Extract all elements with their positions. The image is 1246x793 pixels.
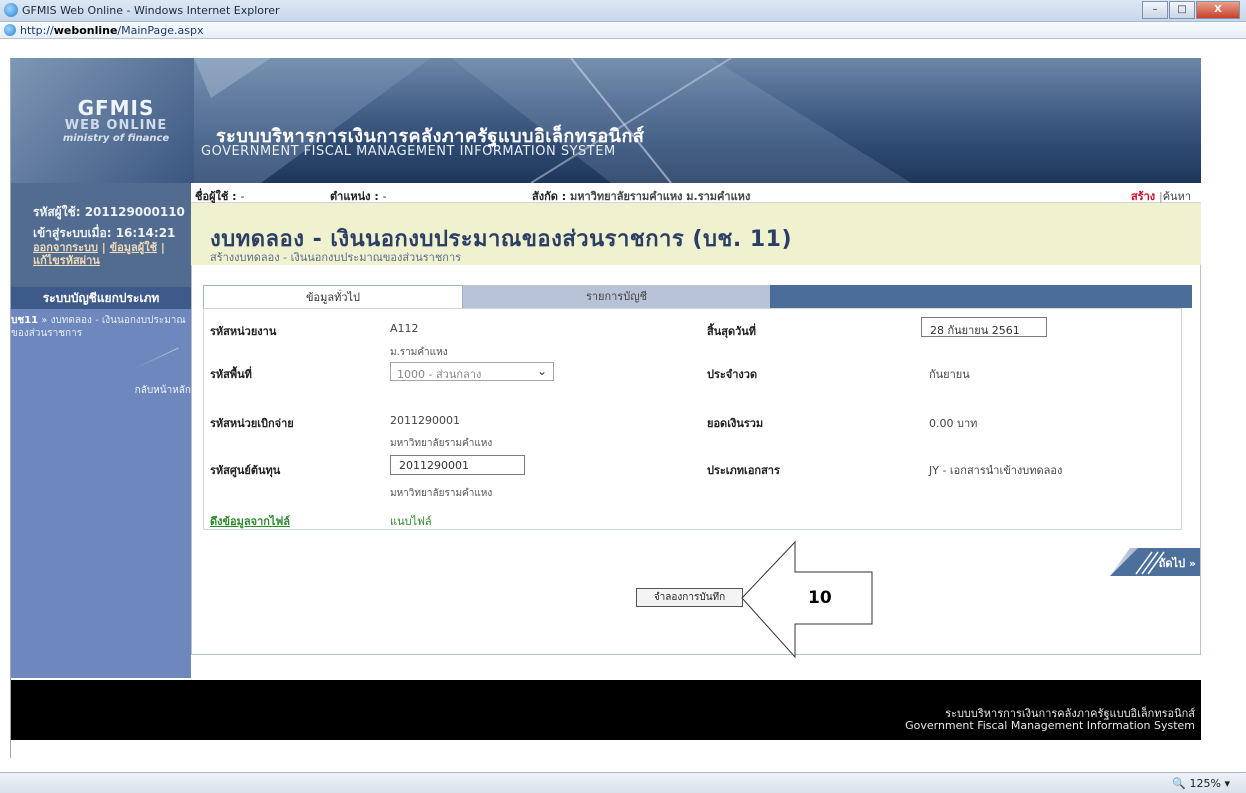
profile-link[interactable]: ข้อมูลผู้ใช้ <box>110 241 157 254</box>
zoom-value: 125% <box>1189 777 1221 790</box>
tab-bar: ข้อมูลทั่วไป รายการบัญชี <box>203 285 1192 308</box>
window-titlebar: GFMIS Web Online - Windows Internet Expl… <box>0 0 1246 22</box>
callout-number: 10 <box>808 588 832 608</box>
ie-icon <box>4 3 18 17</box>
logout-link[interactable]: ออกจากระบบ <box>33 241 98 254</box>
change-password-link[interactable]: แก้ไขรหัสผ่าน <box>33 254 100 267</box>
user-links: ออกจากระบบ | ข้อมูลผู้ใช้ | แก้ไขรหัสผ่า… <box>33 241 193 267</box>
affiliation-value: มหาวิทยาลัยรามคำแหง ม.รามคำแหง <box>569 190 751 203</box>
username-value: - <box>240 190 245 203</box>
cost-center-label: รหัสศูนย์ต้นทุน <box>210 464 281 477</box>
user-id-value: 201129000110 <box>84 205 185 219</box>
end-date-label: สิ้นสุดวันที่ <box>707 325 757 338</box>
total-value: 0.00 บาท <box>929 417 978 430</box>
user-id-label: รหัสผู้ใช้: <box>33 205 81 219</box>
page-subtitle: สร้างงบทดลอง - เงินนอกงบประมาณของส่วนราช… <box>210 251 462 264</box>
close-button[interactable]: X <box>1196 1 1240 19</box>
username-label: ชื่อผู้ใช้ : <box>195 190 237 203</box>
logo-line2: WEB ONLINE <box>64 118 168 133</box>
url-host: webonline <box>53 24 118 37</box>
logo-line1: GFMIS <box>77 96 155 120</box>
page-footer: ระบบบริหารการเงินการคลังภาครัฐแบบอิเล็กท… <box>11 680 1201 740</box>
end-date-input[interactable]: 28 กันยายน 2561 <box>921 317 1047 337</box>
back-home-link[interactable]: กลับหน้าหลัก <box>135 383 191 398</box>
next-button[interactable]: ถัดไป » <box>1050 546 1200 578</box>
menu-divider <box>133 347 179 370</box>
next-button-label: ถัดไป » <box>1158 557 1196 570</box>
general-info-form: รหัสหน่วยงาน A112 ม.รามคำแหง รหัสพื้นที่… <box>203 308 1182 530</box>
left-sidebar: รหัสผู้ใช้: 201129000110 เข้าสู่ระบบเมื่… <box>11 183 191 678</box>
doc-type-value: JY - เอกสารนำเข้างบทดลอง <box>929 464 1063 477</box>
page-favicon-icon <box>4 24 16 36</box>
page-title-box: งบทดลอง - เงินนอกงบประมาณของส่วนราชการ (… <box>191 203 1201 265</box>
minimize-button[interactable]: – <box>1142 1 1168 19</box>
system-name-en: GOVERNMENT FISCAL MANAGEMENT INFORMATION… <box>201 144 616 159</box>
tab-general-info[interactable]: ข้อมูลทั่วไป <box>203 285 463 308</box>
tab-account-items[interactable]: รายการบัญชี <box>463 285 770 308</box>
address-bar[interactable]: http://webonline/MainPage.aspx <box>0 22 1246 39</box>
disburse-unit-value: 2011290001 <box>390 414 460 427</box>
menu-item-arrow: » <box>41 315 48 326</box>
user-context-bar: ชื่อผู้ใช้ : - ตำแหน่ง : - สังกัด : มหาว… <box>191 183 1201 203</box>
user-id: รหัสผู้ใช้: 201129000110 <box>33 203 185 222</box>
gfmis-logo[interactable]: GFMIS WEB ONLINE ministry of finance <box>41 98 191 144</box>
url-text[interactable]: http://webonline/MainPage.aspx <box>20 24 203 37</box>
zoom-level[interactable]: 🔍 125% ▾ <box>1172 777 1230 790</box>
position-value: - <box>382 190 387 203</box>
user-info-box: รหัสผู้ใช้: 201129000110 เข้าสู่ระบบเมื่… <box>11 183 191 287</box>
doc-type-label: ประเภทเอกสาร <box>707 464 780 477</box>
window-controls: – □ X <box>1141 1 1240 19</box>
menu-item-code: บช11 <box>11 315 39 326</box>
agency-name: ม.รามคำแหง <box>390 347 448 358</box>
create-link[interactable]: สร้าง <box>1131 190 1155 203</box>
logo-line3: ministry of finance <box>62 133 170 144</box>
url-path: /MainPage.aspx <box>117 24 204 37</box>
cost-center-name: มหาวิทยาลัยรามคำแหง <box>390 488 493 499</box>
cost-center-input[interactable]: 2011290001 <box>390 455 525 475</box>
disburse-unit-label: รหัสหน่วยเบิกจ่าย <box>210 417 294 430</box>
simulate-save-button[interactable]: จำลองการบันทึก <box>636 588 743 607</box>
agency-code-value: A112 <box>390 322 419 335</box>
affiliation-label: สังกัด : <box>532 190 567 203</box>
attach-file-link[interactable]: แนบไฟล์ <box>390 512 432 530</box>
area-code-label: รหัสพื้นที่ <box>210 368 252 381</box>
area-code-select[interactable]: 1000 - ส่วนกลาง ⌄ <box>390 362 554 381</box>
import-from-file-link[interactable]: ดึงข้อมูลจากไฟล์ <box>210 512 290 530</box>
url-prefix: http:// <box>20 24 54 37</box>
window-title: GFMIS Web Online - Windows Internet Expl… <box>22 4 280 17</box>
period-value: กันยายน <box>929 368 970 381</box>
page-scroll-area <box>1201 58 1246 770</box>
callout-arrow: 10 <box>740 540 876 660</box>
agency-code-label: รหัสหน่วยงาน <box>210 325 277 338</box>
area-code-selected: 1000 - ส่วนกลาง <box>397 368 482 381</box>
maximize-button[interactable]: □ <box>1169 1 1195 19</box>
menu-item-label: งบทดลอง - เงินนอกงบประมาณของส่วนราชการ <box>11 315 186 339</box>
link-separator: | <box>101 241 106 254</box>
status-bar: 🔍 125% ▾ <box>0 772 1246 793</box>
header-banner: GFMIS WEB ONLINE ministry of finance ระบ… <box>11 58 1201 183</box>
login-label: เข้าสู่ระบบเมื่อ: <box>33 226 112 240</box>
disburse-unit-name: มหาวิทยาลัยรามคำแหง <box>390 438 493 449</box>
total-label: ยอดเงินรวม <box>707 417 764 430</box>
menu-title: ระบบบัญชีแยกประเภท <box>11 287 191 309</box>
chevron-down-icon: ⌄ <box>536 364 547 378</box>
search-link[interactable]: ค้นหา <box>1163 190 1191 203</box>
position-label: ตำแหน่ง : <box>330 190 379 203</box>
login-time-value: 16:14:21 <box>115 226 176 240</box>
footer-line-en: Government Fiscal Management Information… <box>905 719 1195 732</box>
link-separator: | <box>160 241 165 254</box>
menu-item-bch11[interactable]: บช11 » งบทดลอง - เงินนอกงบประมาณของส่วนร… <box>11 314 191 340</box>
period-label: ประจำงวด <box>707 368 758 381</box>
